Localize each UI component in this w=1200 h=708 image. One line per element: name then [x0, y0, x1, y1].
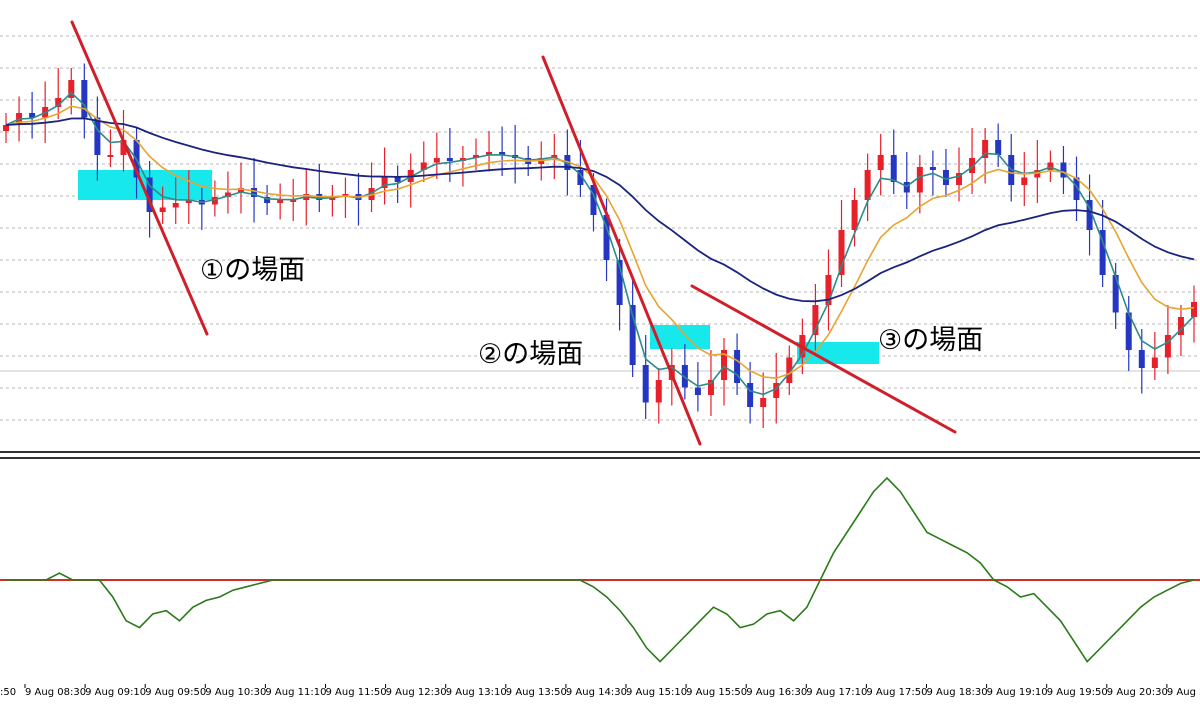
x-axis: :50 9 Aug 08:30 9 Aug 09:10 9 Aug 09:50 9 A… [0, 684, 1200, 698]
candle-bull [107, 155, 114, 157]
candle-bull [1191, 302, 1197, 317]
candle-bull [433, 158, 440, 163]
candle-bull [1164, 335, 1171, 358]
candle-bear [394, 177, 401, 182]
candle-bear [1138, 350, 1145, 368]
candle-bear [94, 117, 101, 155]
candle-bull [655, 380, 662, 403]
x-tick-label: 9 Aug 19:10 [987, 687, 1048, 698]
candle-bull [877, 155, 884, 170]
candle-bull [1151, 357, 1158, 368]
x-tick-label: 9 Aug 21: [1167, 687, 1200, 698]
oscillator-panel [0, 476, 1200, 663]
annotation-scene-3: ③の場面 [878, 325, 983, 356]
x-tick-label: 9 Aug 19:50 [1047, 687, 1108, 698]
x-tick-label: 9 Aug 18:30 [927, 687, 988, 698]
candle-bull [277, 200, 284, 203]
x-tick-label: 9 Aug 16:30 [746, 687, 807, 698]
candle-bear [903, 182, 910, 193]
candle-bear [995, 140, 1002, 155]
annotation-scene-2: ②の場面 [478, 339, 583, 370]
x-tick-label: 9 Aug 17:50 [866, 687, 927, 698]
x-tick-label: 9 Aug 11:50 [326, 687, 387, 698]
x-tick-label: 9 Aug 11:10 [265, 687, 326, 698]
x-tick-label: 9 Aug 09:10 [85, 687, 146, 698]
candle-bull [916, 167, 923, 193]
x-tick-label: 9 Aug 10:30 [205, 687, 266, 698]
candle-bear [747, 383, 754, 407]
x-tick-label: 9 Aug 08:30 [25, 687, 86, 698]
candle-bull [172, 203, 179, 208]
x-tick-label: 9 Aug 15:50 [686, 687, 747, 698]
candle-bull [864, 170, 871, 200]
candle-bull [1021, 177, 1028, 185]
candle-bear [694, 387, 701, 395]
highlight-zone [78, 170, 212, 200]
x-tick-label: 9 Aug 13:50 [506, 687, 567, 698]
candle-bear [890, 155, 897, 182]
x-tick-label: 9 Aug 17:10 [806, 687, 867, 698]
forex-chart: ①の場面 ②の場面 ③の場面 :50 9 Aug 08:30 9 Aug 09:1… [0, 0, 1200, 698]
candle-bear [929, 167, 936, 170]
candle-bull [851, 200, 858, 230]
candle-bear [446, 158, 453, 161]
candle-bull [760, 398, 767, 407]
x-tick-label: 9 Aug 13:10 [446, 687, 507, 698]
candle-bear [642, 365, 649, 403]
x-tick-partial: :50 [0, 687, 16, 698]
x-tick-label: 9 Aug 20:30 [1107, 687, 1168, 698]
x-tick-label: 9 Aug 12:30 [386, 687, 447, 698]
x-tick-label: 9 Aug 09:50 [145, 687, 206, 698]
candle-bull [1047, 162, 1054, 170]
candle-bear [81, 80, 88, 118]
candle-bull [3, 125, 9, 131]
price-panel: ①の場面 ②の場面 ③の場面 [0, 0, 1200, 452]
x-tick-label: 9 Aug 14:30 [566, 687, 627, 698]
candle-bull [159, 207, 166, 212]
x-tick-label: 9 Aug 15:10 [626, 687, 687, 698]
oscillator-line [6, 476, 1195, 663]
annotation-scene-1: ①の場面 [200, 255, 305, 286]
highlight-zone [797, 342, 879, 364]
